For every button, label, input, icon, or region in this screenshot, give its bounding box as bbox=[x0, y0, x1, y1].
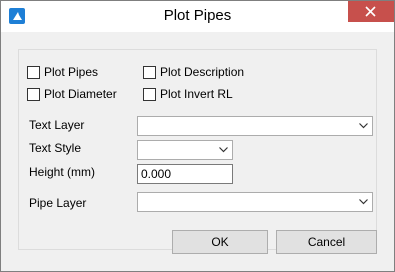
checkbox-box[interactable] bbox=[27, 88, 40, 101]
text-style-dropdown[interactable] bbox=[137, 140, 233, 160]
pipe-layer-dropdown[interactable] bbox=[137, 192, 373, 212]
checkbox-box[interactable] bbox=[143, 66, 156, 79]
close-icon bbox=[365, 6, 376, 17]
text-style-label: Text Style bbox=[29, 141, 82, 155]
height-input[interactable] bbox=[138, 165, 231, 183]
checkbox-box[interactable] bbox=[143, 88, 156, 101]
chevron-down-icon bbox=[359, 123, 368, 129]
chevron-down-icon bbox=[359, 199, 368, 205]
text-layer-dropdown[interactable] bbox=[137, 116, 373, 136]
chevron-down-icon bbox=[219, 147, 228, 153]
ok-button[interactable]: OK bbox=[172, 230, 268, 254]
plot-pipes-label: Plot Pipes bbox=[44, 65, 99, 79]
height-field[interactable] bbox=[137, 164, 233, 184]
text-layer-label: Text Layer bbox=[29, 118, 85, 132]
plot-invert-rl-label: Plot Invert RL bbox=[160, 87, 233, 101]
title-bar[interactable]: Plot Pipes bbox=[1, 1, 394, 32]
checkbox-box[interactable] bbox=[27, 66, 40, 79]
plot-description-label: Plot Description bbox=[160, 65, 245, 79]
window-title: Plot Pipes bbox=[163, 7, 232, 24]
plot-diameter-label: Plot Diameter bbox=[44, 87, 117, 101]
cancel-button[interactable]: Cancel bbox=[276, 230, 377, 254]
plot-pipes-dialog: Plot Pipes Plot Pipes Plot Description P… bbox=[0, 0, 395, 272]
close-button[interactable] bbox=[348, 1, 394, 22]
height-label: Height (mm) bbox=[29, 165, 96, 179]
dialog-content: Plot Pipes Plot Description Plot Diamete… bbox=[9, 32, 386, 264]
pipe-layer-label: Pipe Layer bbox=[29, 196, 87, 210]
